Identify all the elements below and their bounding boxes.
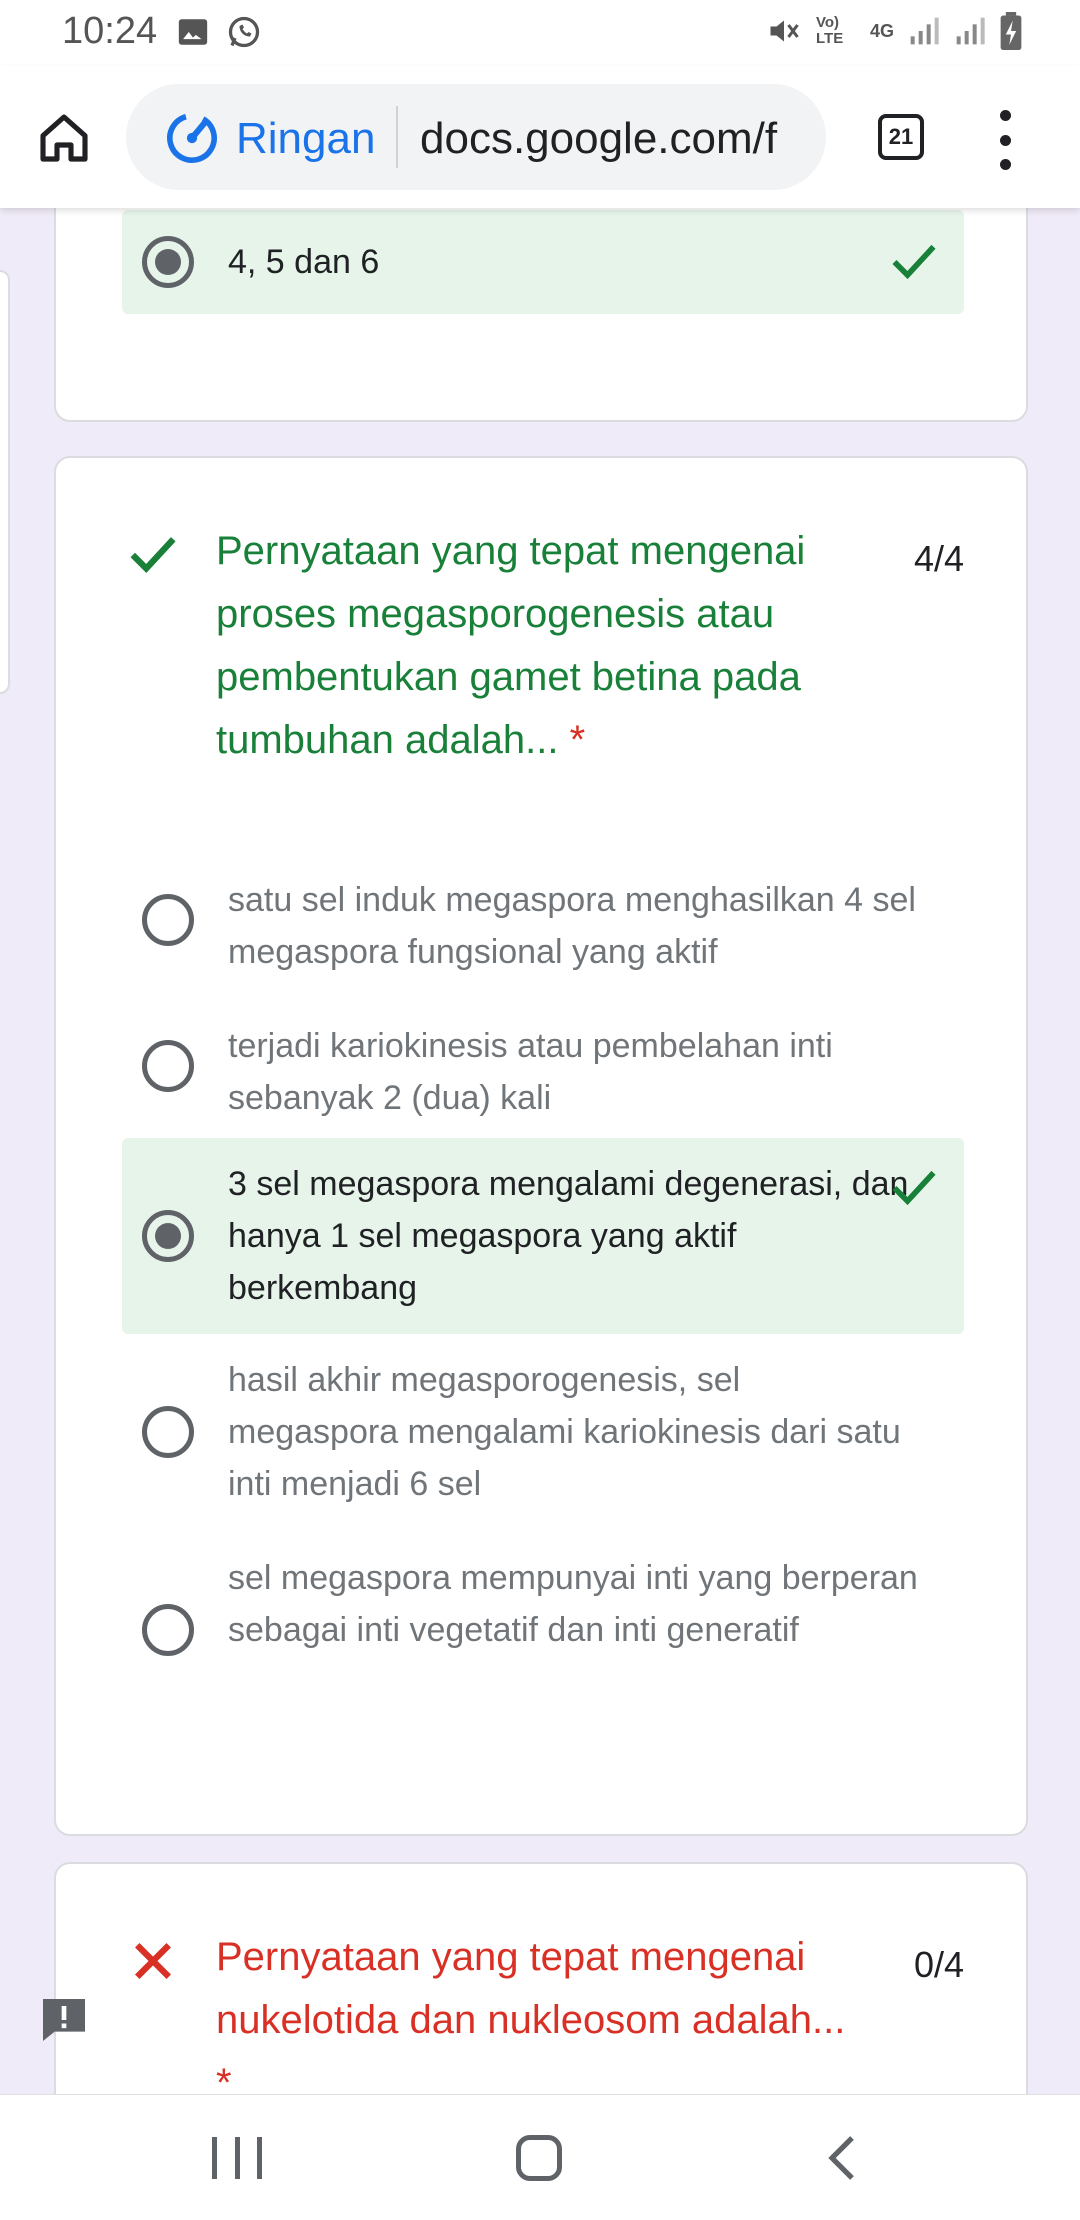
required-asterisk: *	[216, 2061, 232, 2094]
image-icon	[178, 19, 208, 45]
cross-icon	[135, 1943, 171, 1979]
lite-mode-icon	[167, 113, 217, 163]
check-icon	[892, 1170, 936, 1206]
question-card: Pernyataan yang tepat mengenai nukelotid…	[54, 1862, 1028, 2094]
back-icon[interactable]	[822, 2133, 862, 2183]
radio-button[interactable]	[142, 1040, 194, 1092]
answer-option-correct[interactable]: 3 sel megaspora mengalami degenerasi, da…	[122, 1138, 964, 1334]
required-asterisk: *	[569, 718, 586, 762]
question-score: 0/4	[913, 1944, 964, 1985]
question-card: Pernyataan yang tepat mengenai proses me…	[54, 456, 1028, 1836]
question-card: 4, 5 dan 6	[54, 208, 1028, 422]
feedback-icon[interactable]	[36, 1992, 92, 2048]
radio-selected[interactable]	[142, 1210, 194, 1262]
answer-option[interactable]: sel megaspora mempunyai inti yang berper…	[122, 1532, 964, 1730]
check-icon	[892, 244, 936, 280]
status-left-icons	[176, 14, 262, 50]
url-divider	[396, 106, 398, 168]
status-time: 10:24	[62, 10, 158, 52]
answer-option[interactable]: terjadi kariokinesis atau pembelahan int…	[122, 1008, 964, 1138]
radio-selected[interactable]	[142, 236, 194, 288]
signal-icon	[956, 17, 985, 45]
overflow-menu-icon[interactable]	[990, 110, 1020, 170]
home-icon[interactable]	[36, 110, 92, 166]
option-label: satu sel induk megaspora menghasilkan 4 …	[228, 881, 916, 971]
system-nav-bar	[0, 2094, 1080, 2220]
lite-mode-label: Ringan	[236, 114, 376, 163]
signal-icon	[910, 17, 939, 45]
question-text: Pernyataan yang tepat mengenai proses me…	[216, 529, 806, 762]
question-text: Pernyataan yang tepat mengenai nukelotid…	[216, 1935, 846, 2042]
mute-icon	[770, 20, 799, 42]
home-nav-icon[interactable]	[516, 2135, 562, 2181]
question-title: Pernyataan yang tepat mengenai proses me…	[216, 520, 896, 772]
answer-option[interactable]: satu sel induk megaspora menghasilkan 4 …	[122, 862, 964, 992]
volte-icon: Vo) LTE	[815, 14, 844, 47]
form-content[interactable]: 4, 5 dan 6 Pernyataan yang tepat mengena…	[0, 208, 1080, 2094]
question-score: 4/4	[913, 538, 964, 579]
radio-button[interactable]	[142, 1604, 194, 1656]
check-icon	[130, 537, 176, 574]
option-label: hasil akhir megasporogenesis, sel megasp…	[228, 1361, 901, 1503]
url-text[interactable]: docs.google.com/f	[420, 114, 777, 164]
radio-button[interactable]	[142, 1406, 194, 1458]
option-label: terjadi kariokinesis atau pembelahan int…	[228, 1027, 833, 1117]
radio-button[interactable]	[142, 894, 194, 946]
battery-charging-icon	[1000, 12, 1022, 50]
recent-apps-icon[interactable]	[212, 2137, 262, 2179]
tab-count: 21	[888, 124, 914, 149]
answer-option[interactable]: hasil akhir megasporogenesis, sel megasp…	[122, 1334, 964, 1532]
browser-toolbar: Ringan docs.google.com/f 21	[0, 66, 1080, 208]
option-label: 4, 5 dan 6	[228, 243, 380, 281]
tab-switcher-button[interactable]: 21	[878, 114, 924, 160]
whatsapp-icon	[228, 16, 260, 48]
question-title: Pernyataan yang tepat mengenai nukelotid…	[216, 1926, 896, 2094]
status-right-icons: Vo) LTE 4G	[766, 12, 1022, 50]
option-label: 3 sel megaspora mengalami degenerasi, da…	[228, 1165, 909, 1307]
address-bar[interactable]: Ringan docs.google.com/f	[126, 84, 826, 190]
status-bar: 10:24 Vo) LTE 4G	[0, 0, 1080, 66]
side-panel-tab[interactable]	[0, 270, 10, 694]
network-4g-icon: 4G	[869, 20, 894, 41]
option-label: sel megaspora mempunyai inti yang berper…	[228, 1559, 918, 1649]
answer-option-correct[interactable]: 4, 5 dan 6	[122, 210, 964, 314]
